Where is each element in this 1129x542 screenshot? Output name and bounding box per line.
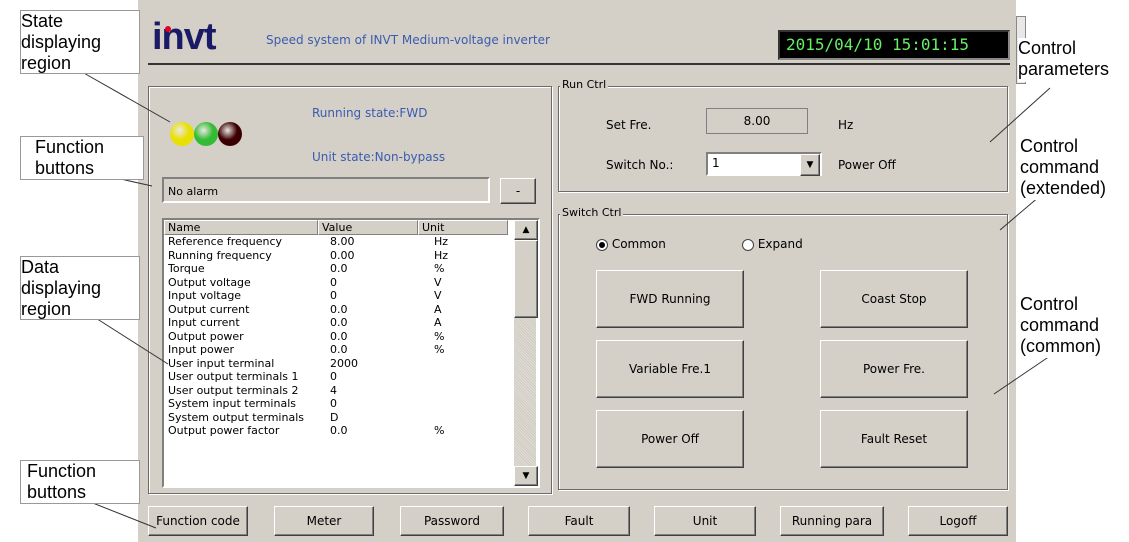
annotation-leader-lines <box>69 71 1051 529</box>
annotation-function-buttons-top: Function buttons <box>20 136 144 180</box>
annotation-data-region: Data displaying region <box>20 256 140 320</box>
annotation-state-region: State displaying region <box>20 10 140 74</box>
annotation-control-common: Control command (common) <box>1020 294 1126 358</box>
annotation-function-buttons-bottom: Function buttons <box>20 460 140 504</box>
annotation-control-extended: Control command (extended) <box>1020 136 1126 200</box>
annotation-control-parameters: Control parameters <box>1018 38 1126 82</box>
